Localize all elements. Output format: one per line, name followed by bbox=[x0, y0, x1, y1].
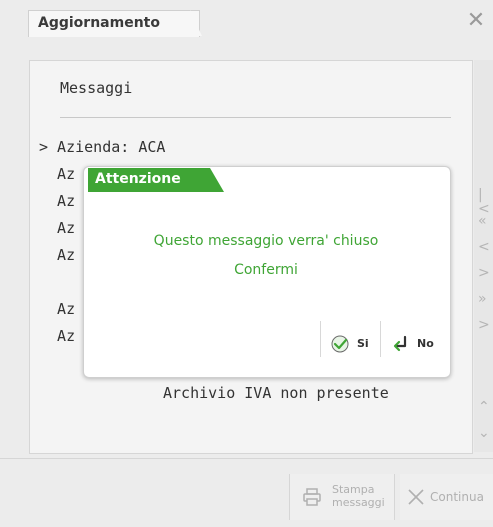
first-page-icon[interactable]: |< bbox=[478, 188, 493, 216]
window-tab: Aggiornamento bbox=[28, 10, 200, 37]
message-line: Az bbox=[39, 300, 76, 318]
dialog-title: Attenzione bbox=[95, 171, 181, 187]
print-messages-button[interactable]: Stampa messaggi bbox=[289, 474, 395, 520]
continue-label: Continua bbox=[430, 490, 484, 504]
message-line: Az bbox=[39, 192, 76, 210]
dialog-message-line2: Confermi bbox=[234, 262, 298, 278]
printer-icon bbox=[303, 488, 321, 506]
navigation-column bbox=[474, 60, 493, 452]
no-button[interactable]: No bbox=[389, 330, 441, 358]
message-line: Az bbox=[39, 165, 76, 183]
update-window: Aggiornamento ✕ Messaggi > Azienda: ACA … bbox=[0, 0, 493, 527]
yes-button[interactable]: Si bbox=[329, 330, 375, 358]
return-arrow-icon bbox=[393, 335, 407, 352]
no-label: No bbox=[417, 337, 434, 350]
dialog-separator bbox=[380, 321, 381, 357]
check-icon bbox=[331, 335, 349, 353]
scroll-down-icon[interactable]: ⌄ bbox=[478, 426, 490, 440]
window-title: Aggiornamento bbox=[38, 15, 160, 31]
continue-button[interactable]: Continua bbox=[400, 474, 493, 520]
heading-divider bbox=[60, 117, 451, 118]
previous-icon[interactable]: < bbox=[478, 240, 490, 254]
message-line: Az bbox=[39, 327, 76, 345]
close-icon bbox=[408, 489, 424, 505]
tab-slant bbox=[190, 10, 202, 36]
dialog-message-line1: Questo messaggio verra' chiuso bbox=[153, 233, 379, 249]
dialog-title-tab: Attenzione bbox=[88, 168, 228, 192]
print-label-line2: messaggi bbox=[332, 496, 385, 509]
next-icon[interactable]: > bbox=[478, 266, 490, 280]
message-line: Archivio IVA non presente bbox=[163, 384, 389, 402]
yes-label: Si bbox=[357, 337, 369, 350]
messages-heading: Messaggi bbox=[60, 79, 133, 97]
close-icon[interactable]: ✕ bbox=[465, 10, 487, 32]
fast-forward-icon[interactable]: » bbox=[478, 292, 487, 306]
print-label-line1: Stampa bbox=[332, 483, 375, 496]
message-line: Az bbox=[39, 246, 76, 264]
last-page-icon[interactable]: > bbox=[478, 318, 490, 332]
scroll-up-icon[interactable]: ⌃ bbox=[478, 400, 490, 414]
message-line: Az bbox=[39, 219, 76, 237]
message-line: > Azienda: ACA bbox=[39, 138, 166, 156]
fast-back-icon[interactable]: « bbox=[478, 214, 487, 228]
dialog-separator bbox=[320, 321, 321, 357]
